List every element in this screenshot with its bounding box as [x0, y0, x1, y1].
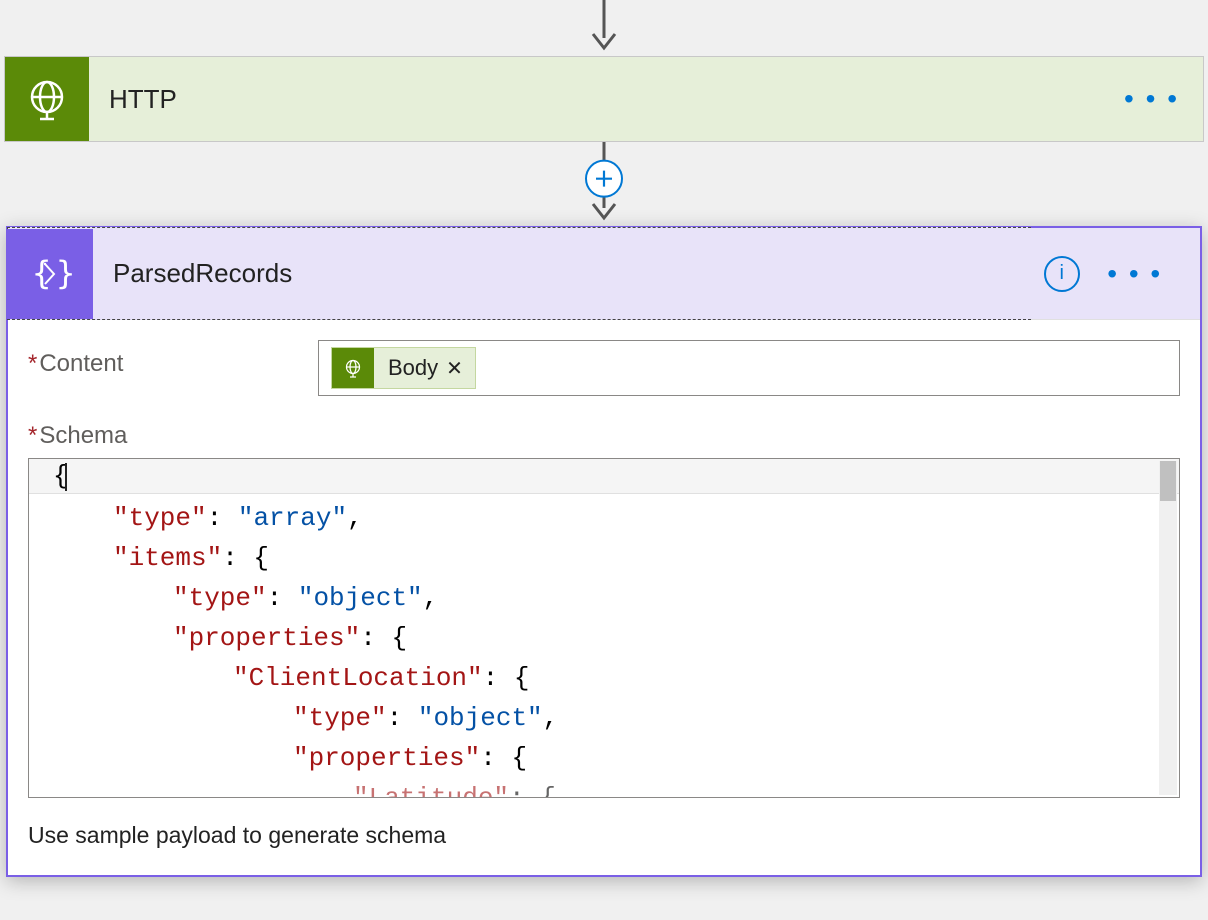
flow-arrow-top [0, 0, 1208, 56]
parse-json-header: { } ParsedRecords i • • • [8, 228, 1200, 320]
generate-schema-link[interactable]: Use sample payload to generate schema [28, 822, 446, 849]
editor-scrollbar-thumb[interactable] [1160, 461, 1176, 501]
schema-line: "properties": { [53, 738, 1155, 778]
schema-line: "ClientLocation": { [53, 658, 1155, 698]
add-step-button[interactable] [585, 160, 623, 198]
http-action-card[interactable]: HTTP • • • [4, 56, 1204, 142]
http-more-menu[interactable]: • • • [1124, 85, 1203, 113]
schema-line: "Latitude": { [53, 778, 1155, 798]
parse-json-body: *Content Body [8, 320, 1200, 875]
schema-field: *Schema { "type": "array", "items": { "t… [28, 422, 1180, 849]
body-token-remove[interactable]: ✕ [446, 356, 475, 381]
schema-editor[interactable]: { "type": "array", "items": { "type": "o… [28, 458, 1180, 798]
info-icon[interactable]: i [1044, 256, 1080, 292]
content-field-row: *Content Body [28, 340, 1180, 396]
parse-json-title-area[interactable]: { } ParsedRecords [7, 227, 1031, 320]
content-input[interactable]: Body ✕ [318, 340, 1180, 396]
body-token[interactable]: Body ✕ [331, 347, 476, 389]
body-token-label: Body [374, 355, 446, 381]
parse-json-more-menu[interactable]: • • • [1107, 260, 1186, 288]
parse-json-header-actions: i • • • [1030, 228, 1200, 319]
svg-text:{: { [32, 254, 51, 292]
svg-text:}: } [56, 254, 74, 292]
schema-line: "items": { [53, 538, 1155, 578]
http-action-header[interactable]: HTTP • • • [5, 57, 1203, 141]
http-action-title: HTTP [89, 84, 1124, 115]
schema-line: "properties": { [53, 618, 1155, 658]
schema-line: "type": "array", [53, 498, 1155, 538]
schema-line: "type": "object", [53, 578, 1155, 618]
editor-scrollbar[interactable] [1159, 461, 1177, 795]
schema-label: *Schema [28, 422, 1180, 450]
http-icon [5, 57, 89, 141]
content-label: *Content [28, 340, 318, 378]
flow-arrow-middle [0, 142, 1208, 226]
data-operations-icon: { } [7, 229, 93, 319]
text-cursor [65, 463, 67, 491]
parse-json-card: { } ParsedRecords i • • • [6, 226, 1202, 877]
parse-json-title: ParsedRecords [93, 258, 1030, 289]
schema-line: "type": "object", [53, 698, 1155, 738]
designer-canvas: HTTP • • • { } [0, 0, 1208, 920]
http-token-icon [332, 347, 374, 389]
